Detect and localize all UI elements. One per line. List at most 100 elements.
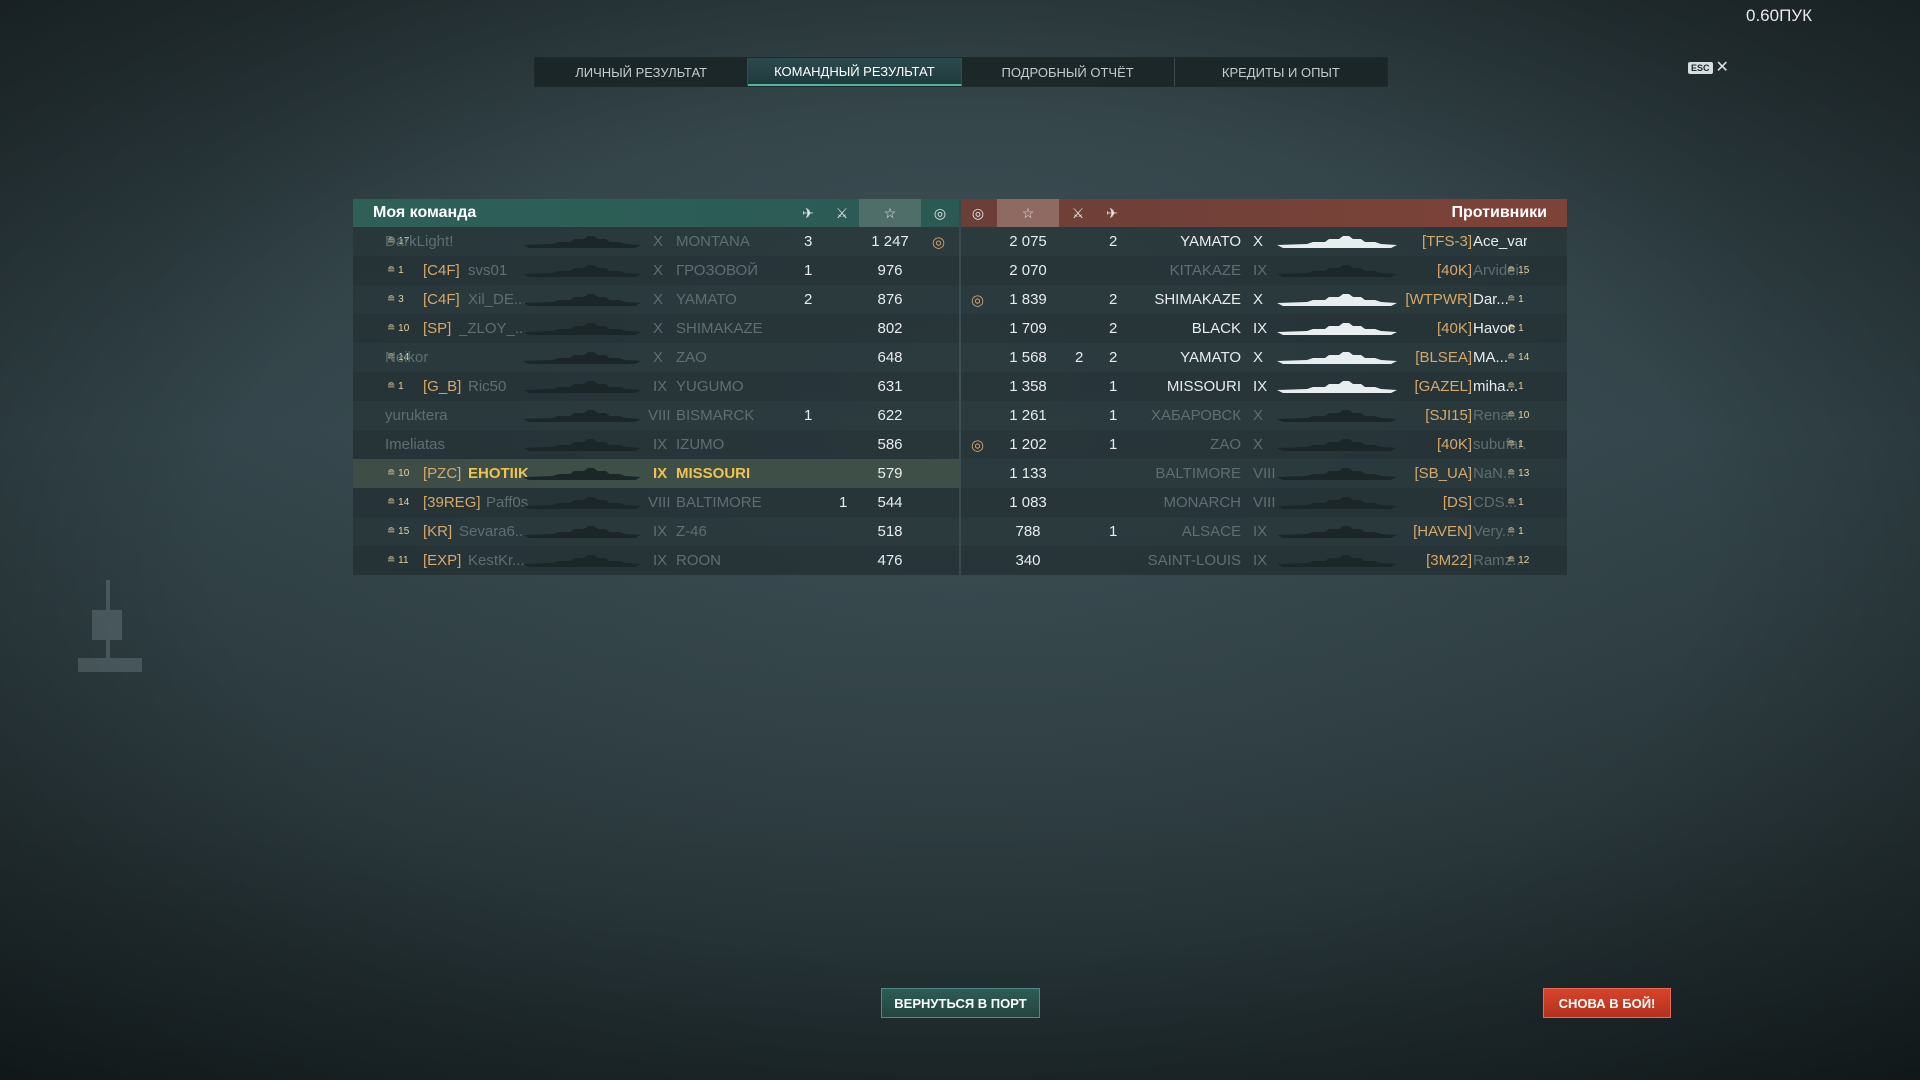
ship-tier: X — [1253, 407, 1264, 424]
table-row[interactable]: 1 083 MONARCH VIII [DS] CDS... ≘ 1 — [961, 488, 1567, 517]
score-value: 340 — [1015, 552, 1041, 569]
table-row[interactable]: yuruktera VIII BISMARCK 1 622 — [353, 401, 959, 430]
rank-icon: ≘ 1 — [387, 381, 404, 392]
my-team-title: Моя команда — [373, 204, 477, 221]
table-row[interactable]: 1 261 1 ХАБАРОВСК X [SJI15] Rena... ≘ 10 — [961, 401, 1567, 430]
ship-silhouette-icon — [1277, 294, 1397, 306]
score-value: 579 — [877, 465, 903, 482]
ship-name: MONTANA — [676, 233, 750, 250]
tab-credits-exp[interactable]: КРЕДИТЫ И ОПЫТ — [1175, 58, 1387, 86]
player-clan: [KR] — [423, 523, 453, 540]
table-row[interactable]: ≘ 1 [C4F] svs01 X ГРОЗОВОЙ 1 976 — [353, 256, 959, 285]
return-to-port-button[interactable]: ВЕРНУТЬСЯ В ПОРТ — [881, 988, 1040, 1018]
ship-name: ХАБАРОВСК — [1151, 407, 1241, 424]
rank-icon: ≘ 12 — [1507, 555, 1530, 566]
table-row[interactable]: ◎ 1 839 2 SHIMAKAZE X [WTPWR] Dar... ≘ 1 — [961, 285, 1567, 314]
planes-value: 2 — [1109, 291, 1118, 308]
player-name: Paff0s — [486, 494, 529, 511]
ship-silhouette-icon — [523, 323, 641, 335]
ship-silhouette-icon — [523, 526, 641, 538]
tab-detailed-report[interactable]: ПОДРОБНЫЙ ОТЧЁТ — [962, 58, 1175, 86]
planes-value: 2 — [1109, 349, 1118, 366]
player-clan: [SJI15] — [1425, 407, 1472, 424]
planes-value: 1 — [1109, 407, 1118, 424]
table-row[interactable]: 1 568 2 2 YAMATO X [BLSEA] MA... ≘ 14 — [961, 343, 1567, 372]
score-value: 788 — [1015, 523, 1041, 540]
table-row[interactable]: ≘ 3 [C4F] Xil_DE... X YAMATO 2 876 — [353, 285, 959, 314]
player-name: yuruktera — [385, 407, 448, 424]
score-value: 1 133 — [1009, 465, 1047, 482]
ship-tier: IX — [1253, 320, 1268, 337]
rank-icon: ≘ 1 — [1507, 294, 1524, 305]
planes-value: 3 — [804, 233, 813, 250]
player-clan: [PZC] — [423, 465, 462, 482]
ship-tier: IX — [1253, 523, 1268, 540]
ship-silhouette-icon — [1277, 381, 1397, 393]
table-row[interactable]: 788 1 ALSACE IX [HAVEN] Very... ≘ 1 — [961, 517, 1567, 546]
base-capture-icon: ◎ — [971, 291, 985, 309]
table-row[interactable]: ≘ 17 DarkLight! X MONTANA 3 1 247 ◎ — [353, 227, 959, 256]
ship-name: BALTIMORE — [676, 494, 762, 511]
ship-silhouette-icon — [523, 294, 641, 306]
player-clan: [40K] — [1436, 436, 1472, 453]
table-row[interactable]: ≘ 11 [EXP] KestKr... IX ROON 476 — [353, 546, 959, 575]
ship-tier: VIII — [1253, 465, 1276, 482]
ship-name: ALSACE — [1181, 523, 1241, 540]
player-clan: [G_B] — [423, 378, 462, 395]
close-button[interactable]: ESC ✕ — [1688, 60, 1729, 76]
my-team-panel: Моя команда ✈ ⚔ ☆ ◎ ≘ 17 DarkLight! X MONTA… — [353, 199, 959, 575]
ship-silhouette-icon — [1277, 410, 1397, 422]
ship-tier: IX — [653, 465, 668, 482]
plane-icon: ✈ — [802, 204, 814, 221]
rank-icon: ≘ 10 — [387, 323, 410, 334]
ship-tier: VIII — [1253, 494, 1276, 511]
tab-personal-result[interactable]: ЛИЧНЫЙ РЕЗУЛЬТАТ — [535, 58, 749, 86]
ship-name: SHIMAKAZE — [1154, 291, 1241, 308]
ship-tier: X — [1253, 436, 1264, 453]
score-value: 631 — [877, 378, 903, 395]
rank-icon: ≘ 1 — [387, 265, 404, 276]
player-clan: [C4F] — [423, 262, 460, 279]
rank-icon: ≘ 14 — [387, 497, 410, 508]
table-row[interactable]: Imeliatas IX IZUMO 586 — [353, 430, 959, 459]
score-value: 518 — [877, 523, 903, 540]
score-value: 2 070 — [1009, 262, 1047, 279]
tab-team-result[interactable]: КОМАНДНЫЙ РЕЗУЛЬТАТ — [748, 58, 962, 86]
ship-silhouette-icon — [1277, 526, 1397, 538]
table-row[interactable]: 340 SAINT-LOUIS IX [3M22] Ramz... ≘ 12 — [961, 546, 1567, 575]
table-row[interactable]: 1 709 2 BLACK IX [40K] Havoc ≘ 1 — [961, 314, 1567, 343]
table-row[interactable]: 2 070 KITAKAZE IX [40K] Arvidei... ≘ 15 — [961, 256, 1567, 285]
planes-value: 2 — [1109, 320, 1118, 337]
ship-tier: IX — [1253, 378, 1268, 395]
player-clan: [GAZEL] — [1414, 378, 1472, 395]
table-row[interactable]: 1 358 1 MISSOURI IX [GAZEL] miha... ≘ 1 — [961, 372, 1567, 401]
table-row[interactable]: ≘ 10 [PZC] EHOTIIK IX MISSOURI 579 — [353, 459, 959, 488]
ship-tier: X — [653, 291, 664, 308]
score-value: 1 709 — [1009, 320, 1047, 337]
table-row[interactable]: ≘ 14 Neikor X ZAO 648 — [353, 343, 959, 372]
table-row[interactable]: ≘ 15 [KR] Sevara6... IX Z-46 518 — [353, 517, 959, 546]
table-row[interactable]: 2 075 2 YAMATO X [TFS-3]Ace_varvar — [961, 227, 1567, 256]
score-value: 2 075 — [1009, 233, 1047, 250]
ship-name: YAMATO — [676, 291, 737, 308]
ship-name: BISMARCK — [676, 407, 755, 424]
ship-name: MONARCH — [1163, 494, 1242, 511]
crossed-swords-icon: ⚔ — [835, 204, 849, 221]
ship-tier: IX — [653, 523, 668, 540]
battle-again-button[interactable]: СНОВА В БОЙ! — [1543, 988, 1671, 1018]
planes-value: 1 — [1109, 378, 1118, 395]
player-clan: [TFS-3] — [1421, 233, 1472, 250]
table-row[interactable]: ≘ 1 [G_B] Ric50 IX YUGUMO 631 — [353, 372, 959, 401]
player-clan: [SB_UA] — [1414, 465, 1472, 482]
table-row[interactable]: 1 133 BALTIMORE VIII [SB_UA] NaN... ≘ 13 — [961, 459, 1567, 488]
table-row[interactable]: ◎1 2021ZAOX[40K]subufar...≘ 1 — [961, 430, 1567, 459]
ship-silhouette-icon — [523, 497, 641, 509]
planes-value: 1 — [804, 262, 813, 279]
player-clan: [WTPWR] — [1405, 291, 1472, 308]
table-row[interactable]: ≘ 14 [39REG] Paff0s VIII BALTIMORE 1 544 — [353, 488, 959, 517]
planes-value: 1 — [1109, 436, 1118, 453]
ship-silhouette-icon — [523, 468, 641, 480]
star-icon: ☆ — [859, 199, 921, 227]
table-row[interactable]: ≘ 10 [SP] _ZLOY_... X SHIMAKAZE 802 — [353, 314, 959, 343]
esc-key-icon: ESC — [1688, 62, 1713, 74]
